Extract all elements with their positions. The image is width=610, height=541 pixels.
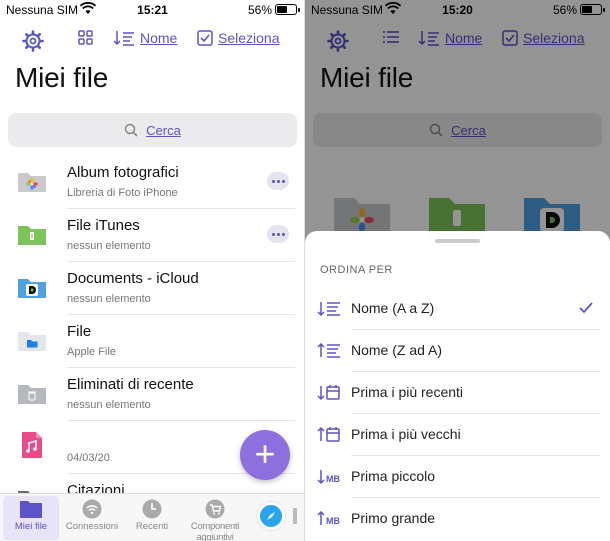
tab-label: Connessioni — [65, 521, 119, 532]
search-icon — [124, 123, 138, 137]
sheet-grabber[interactable] — [435, 239, 480, 243]
size-down-icon: MB — [317, 470, 340, 485]
file-name: Documents - iCloud — [67, 270, 199, 287]
wifi-icon — [82, 499, 102, 519]
scroll-handle[interactable] — [293, 508, 297, 524]
file-subtitle: nessun elemento — [67, 240, 151, 252]
search-placeholder: Cerca — [146, 122, 181, 138]
list-item[interactable]: Documents - iCloud nessun elemento — [0, 262, 305, 315]
gear-icon — [22, 30, 44, 52]
sort-option-newest[interactable]: Prima i più recenti — [305, 372, 610, 414]
select-button[interactable]: Seleziona — [197, 30, 280, 46]
dot-icon — [281, 232, 285, 236]
battery-icon — [275, 4, 300, 15]
grid-icon — [78, 30, 93, 45]
file-subtitle: Apple File — [67, 346, 116, 358]
svg-text:MB: MB — [326, 516, 340, 526]
search-bar[interactable]: Cerca — [8, 113, 297, 147]
more-button[interactable] — [267, 172, 289, 190]
file-subtitle: Libreria di Foto iPhone — [67, 187, 178, 199]
svg-text:MB: MB — [326, 474, 340, 484]
option-label: Nome (A a Z) — [351, 300, 435, 316]
folder-icon — [20, 501, 42, 518]
settings-button[interactable] — [22, 30, 44, 52]
files-folder-icon — [18, 332, 46, 351]
tab-addons[interactable]: Componenti aggiuntivi — [174, 496, 256, 541]
file-name: File — [67, 323, 92, 340]
tab-label: Componenti aggiuntivi — [190, 521, 240, 541]
sort-icon — [113, 31, 134, 46]
itunes-folder-icon — [18, 226, 46, 245]
dot-icon — [281, 179, 285, 183]
status-bar: Nessuna SIM 15:21 56% — [0, 0, 305, 20]
sort-option-smallest[interactable]: MB Prima piccolo — [305, 456, 610, 498]
sort-up-icon — [317, 342, 340, 358]
tab-bar: Miei file Connessioni Recenti Componenti… — [0, 493, 305, 541]
add-button[interactable]: + — [240, 430, 290, 480]
option-label: Prima i più recenti — [351, 384, 464, 400]
file-subtitle: nessun elemento — [67, 293, 151, 305]
dot-icon — [276, 232, 280, 236]
option-label: Prima i più vecchi — [351, 426, 461, 442]
option-label: Prima piccolo — [351, 468, 436, 484]
sheet-heading: ORDINA PER — [320, 264, 393, 276]
icloud-folder-icon — [18, 279, 46, 298]
tab-label: Miei file — [14, 521, 48, 532]
dot-icon — [276, 179, 280, 183]
list-item[interactable]: Eliminati di recente nessun elemento — [0, 368, 305, 421]
file-subtitle: nessun elemento — [67, 399, 151, 411]
music-file-icon — [22, 432, 42, 458]
file-name: Album fotografici — [67, 164, 179, 181]
dot-icon — [271, 179, 275, 183]
dot-icon — [271, 232, 275, 236]
sort-down-icon — [317, 302, 340, 317]
sort-option-name-desc[interactable]: Nome (Z ad A) — [305, 330, 610, 372]
compass-icon — [267, 512, 275, 520]
file-subtitle: 04/03/20 — [67, 452, 110, 464]
photos-folder-icon — [18, 173, 46, 192]
more-button[interactable] — [267, 225, 289, 243]
toolbar: Nome Seleziona — [0, 26, 305, 56]
checkbox-icon — [197, 30, 213, 46]
list-item[interactable]: File Apple File — [0, 315, 305, 368]
cart-icon — [205, 499, 225, 519]
left-screen: Nessuna SIM 15:21 56% Nome Seleziona Mie… — [0, 0, 305, 541]
trash-folder-icon — [18, 385, 46, 404]
select-label: Seleziona — [218, 30, 280, 46]
sort-option-oldest[interactable]: Prima i più vecchi — [305, 414, 610, 456]
tab-my-files[interactable]: Miei file — [3, 496, 59, 540]
list-item[interactable]: Album fotografici Libreria di Foto iPhon… — [0, 156, 305, 209]
view-grid-button[interactable] — [78, 30, 93, 45]
sort-sheet: ORDINA PER Nome (A a Z) Nome (Z ad A) Pr… — [305, 231, 610, 541]
tab-connections[interactable]: Connessioni — [61, 496, 123, 540]
battery-percent: 56% — [247, 3, 272, 17]
clock-icon — [142, 499, 162, 519]
tab-recent[interactable]: Recenti — [128, 496, 176, 540]
sort-option-largest[interactable]: MB Primo grande — [305, 498, 610, 540]
sort-button[interactable]: Nome — [113, 30, 177, 46]
tab-label: Recenti — [135, 521, 169, 532]
sort-label: Nome — [140, 30, 178, 46]
sort-option-name-asc[interactable]: Nome (A a Z) — [305, 288, 610, 330]
calendar-up-icon — [317, 426, 340, 442]
size-up-icon: MB — [317, 510, 340, 526]
calendar-down-icon — [317, 385, 340, 401]
page-title: Miei file — [15, 62, 109, 93]
file-name: Eliminati di recente — [67, 376, 194, 393]
option-label: Primo grande — [351, 510, 436, 526]
list-item[interactable]: File iTunes nessun elemento — [0, 209, 305, 262]
browser-button[interactable] — [257, 502, 285, 530]
file-name: File iTunes — [67, 217, 140, 234]
option-label: Nome (Z ad A) — [351, 342, 443, 358]
checkmark-icon — [579, 302, 593, 314]
right-screen: Nessuna SIM 15:20 56% Nome Seleziona Mie… — [305, 0, 610, 541]
